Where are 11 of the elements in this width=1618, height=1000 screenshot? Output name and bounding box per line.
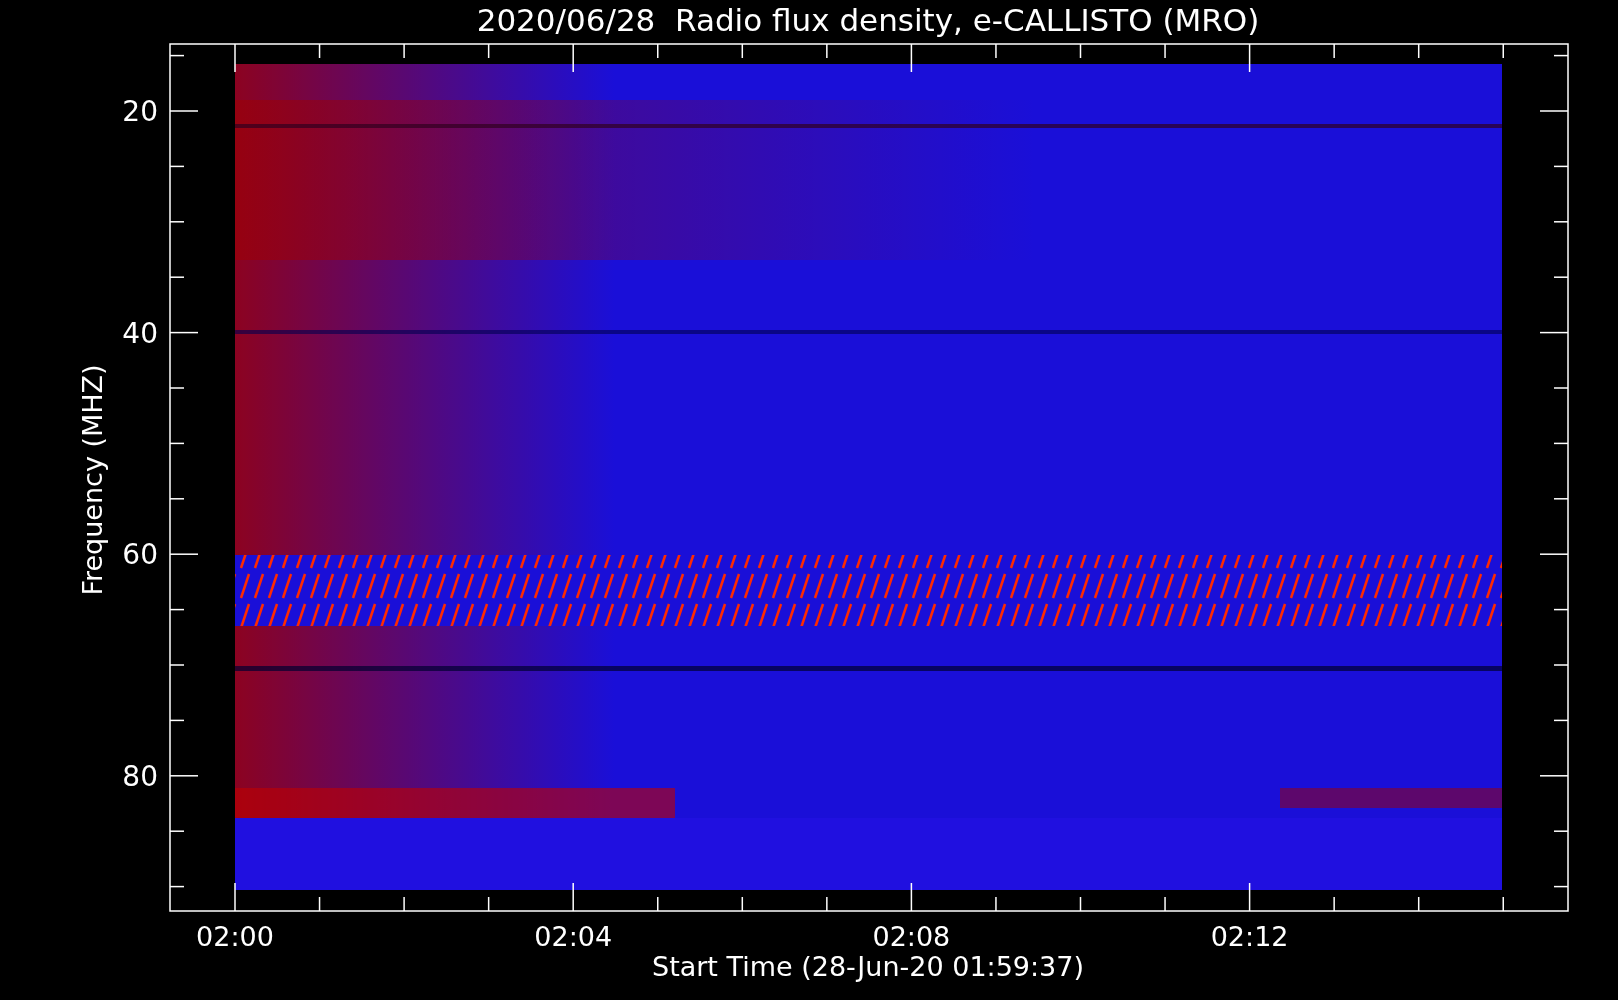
x-tick-label: 02:04 xyxy=(534,921,613,952)
x-axis-title: Start Time (28-Jun-20 01:59:37) xyxy=(652,951,1084,982)
y-tick-label: 80 xyxy=(122,759,158,793)
y-tick-label: 40 xyxy=(122,316,158,350)
y-tick-label: 20 xyxy=(122,95,158,128)
y-axis-title: Frequency (MHZ) xyxy=(77,364,108,596)
x-tick-label: 02:00 xyxy=(196,921,274,952)
x-tick-label: 02:12 xyxy=(1210,921,1289,952)
y-tick-label: 60 xyxy=(122,538,158,572)
x-tick-label: 02:08 xyxy=(872,921,951,952)
chart-title: 2020/06/28 Radio flux density, e-CALLISTO (MRO) xyxy=(476,2,1260,38)
